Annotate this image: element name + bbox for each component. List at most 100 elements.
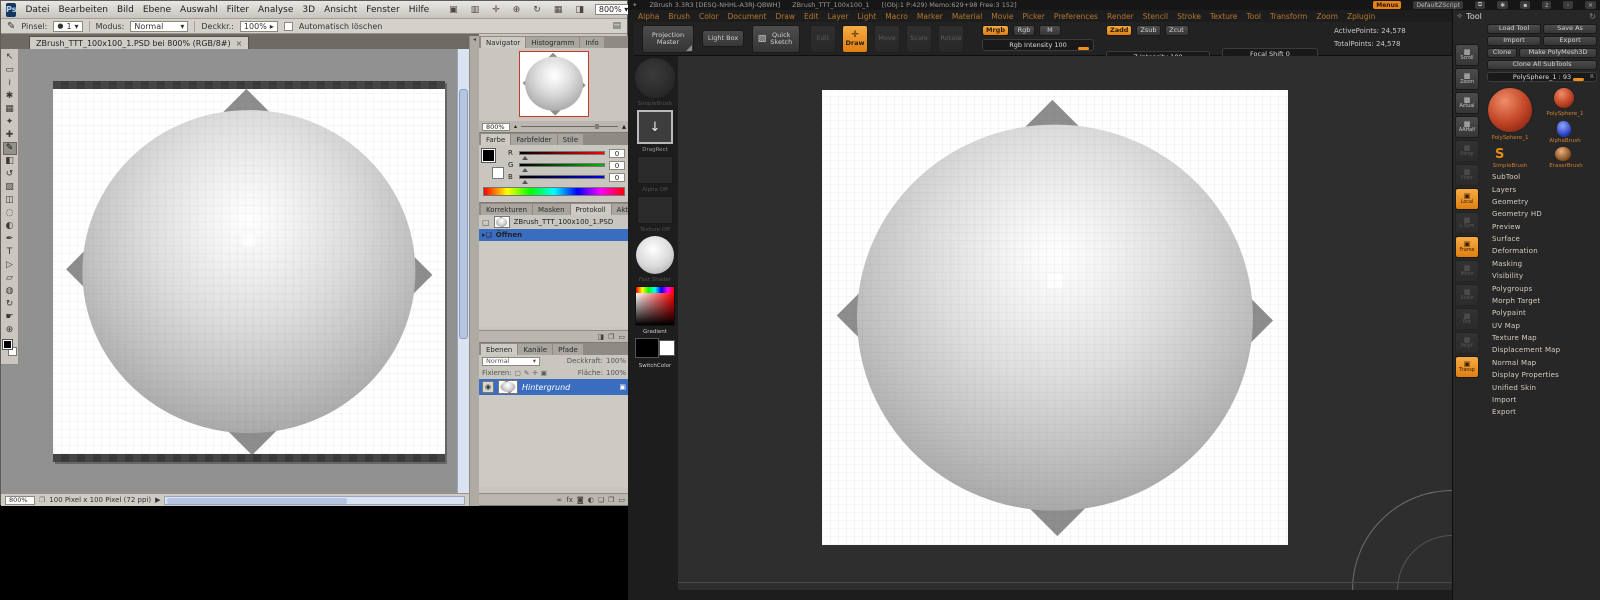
sculpt-mode-button[interactable]: Zadd (1106, 25, 1133, 36)
import-button[interactable]: Import (1487, 36, 1541, 46)
zoom-in-icon[interactable]: ▴ (622, 122, 626, 131)
document-tab[interactable]: ZBrush_TTT_100x100_1.PSD bei 800% (RGB/8… (29, 36, 250, 49)
menu-item[interactable]: 3D (302, 5, 315, 15)
zbrush-menu-item[interactable]: Picker (1023, 12, 1045, 21)
mode-button[interactable]: Move (874, 25, 900, 53)
panel-tab[interactable]: Masken (533, 204, 570, 215)
zbrush-menu-item[interactable]: Movie (991, 12, 1013, 21)
tool-section-header[interactable]: Polygroups (1487, 282, 1597, 294)
zbrush-menu-item[interactable]: Layer (828, 12, 849, 21)
channel-slider-track[interactable] (519, 163, 605, 172)
menu-item[interactable]: Filter (227, 5, 249, 15)
alphabrush-thumb[interactable] (1557, 121, 1571, 137)
tool-section-header[interactable]: Geometry (1487, 196, 1597, 208)
history-footer-icon[interactable]: ❐ (608, 333, 614, 341)
active-tool-slider[interactable]: PolySphere_1 : 93 R (1487, 72, 1597, 82)
stroke-dragrect-icon[interactable]: ↓ (637, 110, 673, 144)
panel-tab[interactable]: Ebenen (481, 344, 518, 355)
toolbox-tool[interactable]: ▷ (3, 259, 17, 272)
toolbox-tool[interactable]: ✚ (3, 129, 17, 142)
foreground-color-swatch[interactable] (1, 339, 13, 350)
tool-section-header[interactable]: Geometry HD (1487, 208, 1597, 220)
polysphere-thumb[interactable] (1553, 87, 1575, 109)
opacity-value[interactable]: 100% ▸ (239, 20, 278, 32)
layers-footer-icon[interactable]: ❏ (598, 496, 604, 504)
alpha-slot[interactable] (637, 156, 673, 184)
menus-toggle-button[interactable]: Menus (1373, 1, 1402, 9)
lock-icon[interactable]: ▣ (541, 369, 547, 377)
channel-slider-track[interactable] (519, 175, 605, 184)
make-polymesh3d-button[interactable]: Make PolyMesh3D (1519, 48, 1597, 58)
menu-item[interactable]: Fenster (366, 5, 399, 15)
lock-icon[interactable]: ✛ (532, 369, 537, 377)
color-swatches[interactable] (1, 339, 17, 356)
color-spectrum-ramp[interactable] (483, 187, 625, 196)
menu-item[interactable]: Auswahl (180, 5, 218, 15)
texture-slot[interactable] (637, 196, 673, 224)
toolbox-tool[interactable]: ≀ (3, 77, 17, 90)
toolbox-tool[interactable]: ◍ (3, 285, 17, 298)
lock-icon[interactable]: ✎ (524, 369, 529, 377)
toolbox-tool[interactable]: T (3, 246, 17, 259)
panel-toggle-icon[interactable]: ▤ (612, 21, 621, 31)
mode-button[interactable]: ✛ Draw (842, 25, 868, 53)
toolbox-tool[interactable]: ◫ (3, 194, 17, 207)
slider-nub[interactable] (1078, 47, 1089, 50)
history-footer-icon[interactable]: ◨ (597, 333, 604, 341)
layer-visibility-eye-icon[interactable]: ◉ (482, 381, 494, 393)
channel-value-field[interactable]: 0 (609, 148, 625, 158)
appbar-icon[interactable]: ⊕ (511, 5, 523, 15)
horizontal-scrollbar-thumb[interactable] (167, 497, 347, 504)
appbar-icon[interactable]: ◨ (573, 5, 586, 15)
vertical-scrollbar-thumb[interactable] (459, 89, 468, 339)
tool-section-header[interactable]: Export (1487, 406, 1597, 418)
channel-slider-thumb[interactable] (521, 168, 528, 172)
appbar-icon[interactable]: ▥ (469, 5, 482, 15)
tool-section-header[interactable]: UV Map (1487, 320, 1597, 332)
tool-section-header[interactable]: Morph Target (1487, 295, 1597, 307)
close-button[interactable]: × (1584, 1, 1596, 9)
channel-slider-track[interactable] (519, 151, 605, 160)
titlebar-mini-button-1[interactable]: ⧉ (1474, 1, 1486, 9)
toolbox-tool[interactable]: ⊕ (3, 324, 17, 337)
right-shelf-button[interactable]: ▣ Transp (1455, 356, 1479, 378)
right-shelf-button[interactable]: ▩ Zoom (1455, 68, 1479, 90)
projection-master-button[interactable]: Projection Master (642, 25, 694, 53)
menu-item[interactable]: Ebene (143, 5, 171, 15)
zoom-z-button[interactable]: z (1542, 1, 1552, 9)
paint-mode-button[interactable]: Mrgb (982, 25, 1009, 36)
vertical-scrollbar[interactable] (457, 49, 469, 493)
toolbox-tool[interactable]: ▨ (3, 181, 17, 194)
panel-tab[interactable]: Stile (557, 134, 584, 145)
zbrush-menu-item[interactable]: Transform (1270, 12, 1307, 21)
clone-all-subtools-button[interactable]: Clone All SubTools (1487, 60, 1597, 70)
background-color-swatch[interactable] (492, 167, 504, 179)
quick-sketch-button[interactable]: ▧ Quick Sketch (752, 25, 800, 53)
tool-section-header[interactable]: Deformation (1487, 245, 1597, 257)
zbrush-menu-item[interactable]: Alpha (638, 12, 659, 21)
material-thumbnail[interactable] (636, 236, 674, 274)
navigator-zoom-slider[interactable] (521, 124, 618, 129)
right-shelf-button[interactable]: ▩ Rot (1455, 308, 1479, 330)
channel-slider-thumb[interactable] (521, 156, 528, 160)
tool-section-header[interactable]: Normal Map (1487, 357, 1597, 369)
horizontal-scrollbar[interactable] (164, 495, 465, 505)
mode-button[interactable]: Rotate (938, 25, 964, 53)
toolbox-tool[interactable]: ▭ (3, 64, 17, 77)
toolbox-tool[interactable]: ↖ (3, 51, 17, 64)
photoshop-document[interactable] (53, 81, 445, 462)
tool-section-header[interactable]: Displacement Map (1487, 344, 1597, 356)
zbrush-menu-item[interactable]: Color (699, 12, 719, 21)
palette-reload-icon[interactable]: ↻ (1589, 12, 1596, 21)
zbrush-menu-item[interactable]: Render (1107, 12, 1134, 21)
layer-row-selected[interactable]: ◉ Hintergrund ▣ (479, 379, 629, 395)
saturation-value-square[interactable] (636, 293, 674, 325)
zbrush-document[interactable] (822, 90, 1288, 545)
mode-button[interactable]: Edit (810, 25, 836, 53)
layers-footer-icon[interactable]: ◙ (577, 496, 584, 504)
channel-slider-row[interactable]: B 0 (504, 171, 629, 184)
color-panel-swatches[interactable] (481, 148, 504, 185)
zbrush-menu-item[interactable]: Zoom (1316, 12, 1338, 21)
history-state-row-selected[interactable]: ▸❏ Öffnen (479, 229, 629, 241)
zbrush-menu-item[interactable]: Stroke (1177, 12, 1201, 21)
